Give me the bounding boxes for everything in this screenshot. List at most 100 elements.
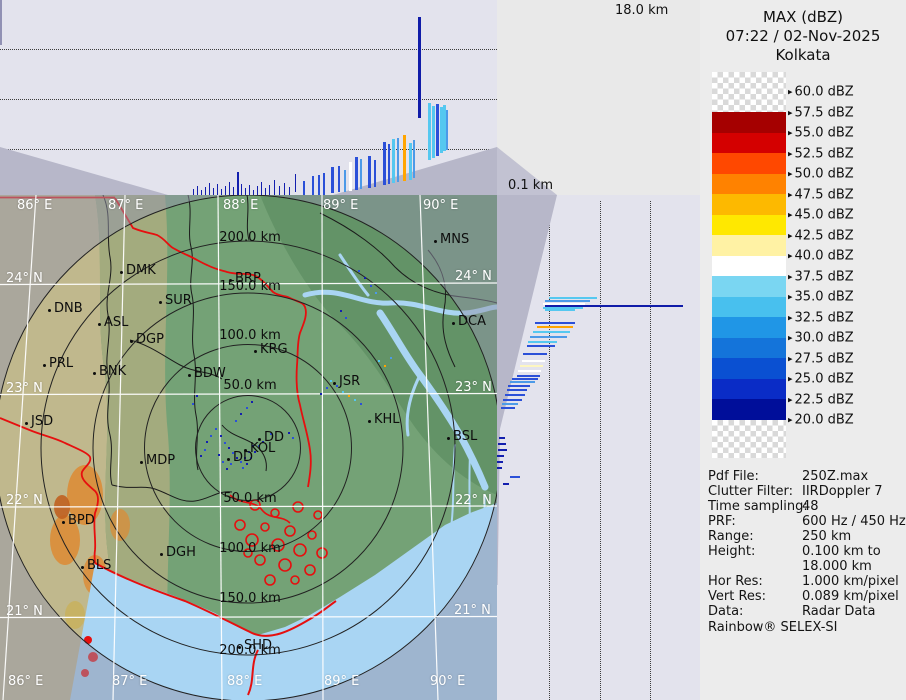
station-label: BDW (194, 366, 226, 381)
station-dot (93, 372, 96, 375)
echo-bar (274, 180, 275, 195)
latitude-label: 24° N (6, 271, 43, 286)
echo-bar (537, 326, 573, 328)
echo-bar (520, 365, 543, 367)
radar-echo-pixel (192, 403, 194, 405)
right-profile-gridline (600, 201, 601, 700)
radar-echo-pixel (251, 401, 253, 403)
echo-bar (413, 140, 415, 178)
station-dot (62, 521, 65, 524)
colorbar-band (712, 112, 786, 133)
station-label: KHL (374, 412, 400, 427)
echo-bar (355, 157, 358, 190)
echo-bar (436, 104, 439, 156)
station-dot (452, 322, 455, 325)
station-dot (81, 566, 84, 569)
station-label: KRG (260, 342, 288, 357)
colorbar-underflow-checker (712, 420, 786, 458)
echo-bar (284, 183, 285, 195)
tick-arrow-icon: ▸ (788, 129, 793, 139)
radar-echo-pixel (384, 365, 386, 367)
echo-bar (499, 437, 505, 439)
tick-arrow-icon: ▸ (788, 334, 793, 344)
beam-blockage-wedge-side (497, 195, 557, 585)
height-axis-max-label: 18.0 km (615, 3, 668, 18)
echo-bar (403, 135, 406, 181)
range-ring-label: 200.0 km (219, 230, 281, 245)
dbz-scale-label: ▸30.0 dBZ (788, 331, 854, 346)
colorbar-band (712, 235, 786, 256)
latitude-label: 22° N (6, 493, 43, 508)
echo-bar (233, 187, 234, 195)
echo-bar (245, 188, 246, 195)
echo-bar (510, 476, 520, 478)
tick-arrow-icon: ▸ (788, 231, 793, 241)
station-label: DCA (458, 314, 486, 329)
height-axis-min-label: 0.1 km (508, 178, 553, 193)
echo-bar (217, 184, 218, 195)
echo-bar (388, 144, 390, 184)
echo-bar (265, 188, 266, 195)
echo-bar (318, 175, 320, 195)
radar-app-window: { "legend": { "product_title": "MAX (dBZ… (0, 0, 906, 700)
dbz-scale-label: ▸37.5 dBZ (788, 269, 854, 284)
station-label: DMK (126, 263, 156, 278)
radar-echo-pixel (375, 292, 377, 294)
dbz-scale-label: ▸47.5 dBZ (788, 187, 854, 202)
station-dot (120, 271, 123, 274)
colorbar-band (712, 133, 786, 154)
dbz-scale-label: ▸35.0 dBZ (788, 290, 854, 305)
dbz-scale-label: ▸57.5 dBZ (788, 105, 854, 120)
tick-arrow-icon: ▸ (788, 416, 793, 426)
station-dot (447, 437, 450, 440)
echo-bar (323, 173, 325, 195)
software-brand-label: Rainbow® SELEX-SI (708, 620, 838, 635)
echo-bar (249, 185, 250, 195)
colorbar-band (712, 153, 786, 174)
metadata-key: Hor Res: (708, 574, 763, 589)
radar-echo-pixel (288, 432, 290, 434)
dbz-scale-label: ▸25.0 dBZ (788, 372, 854, 387)
tick-arrow-icon: ▸ (788, 190, 793, 200)
echo-bar (279, 186, 280, 195)
dbz-scale-label: ▸60.0 dBZ (788, 85, 854, 100)
tick-arrow-icon: ▸ (788, 170, 793, 180)
longitude-label: 86° E (8, 674, 43, 689)
echo-bar (289, 187, 290, 195)
radar-echo-pixel (342, 391, 344, 393)
station-label: BSL (453, 429, 477, 444)
colorbar-band (712, 379, 786, 400)
metadata-value: 18.000 km (802, 559, 872, 574)
right-profile-gridline (549, 201, 550, 700)
radar-echo-pixel (340, 310, 342, 312)
echo-bar (360, 159, 362, 189)
tick-arrow-icon: ▸ (788, 108, 793, 118)
metadata-value: 250 km (802, 529, 851, 544)
longitude-label: 89° E (323, 198, 358, 213)
radar-echo-pixel (358, 270, 360, 272)
metadata-value: 48 (802, 499, 819, 514)
station-label: KOL (250, 441, 275, 456)
echo-bar (229, 182, 230, 195)
echo-bar (197, 186, 198, 195)
radar-map-panel[interactable]: DMKBRPSURDNBASLDGPKRGPRLBNKBDWJSRKHLJSDB… (0, 195, 497, 700)
station-dot (254, 350, 257, 353)
station-label: BLS (87, 558, 111, 573)
echo-bar (535, 322, 575, 324)
tick-arrow-icon: ▸ (788, 252, 793, 262)
range-ring-label: 50.0 km (223, 491, 276, 506)
latitude-label: 21° N (6, 604, 43, 619)
echo-bar (241, 184, 242, 195)
top-height-profile-panel[interactable] (0, 0, 497, 195)
range-ring-label: 150.0 km (219, 591, 281, 606)
radar-echo-pixel (206, 441, 208, 443)
echo-bar (503, 483, 509, 485)
dbz-scale-label: ▸40.0 dBZ (788, 249, 854, 264)
station-label: MNS (440, 232, 469, 247)
echo-bar (517, 375, 540, 377)
right-height-profile-panel[interactable] (497, 195, 700, 700)
echo-bar (344, 170, 346, 192)
colorbar-band (712, 358, 786, 379)
top-profile-axis-tick (0, 0, 2, 45)
radar-echo-pixel (224, 442, 226, 444)
